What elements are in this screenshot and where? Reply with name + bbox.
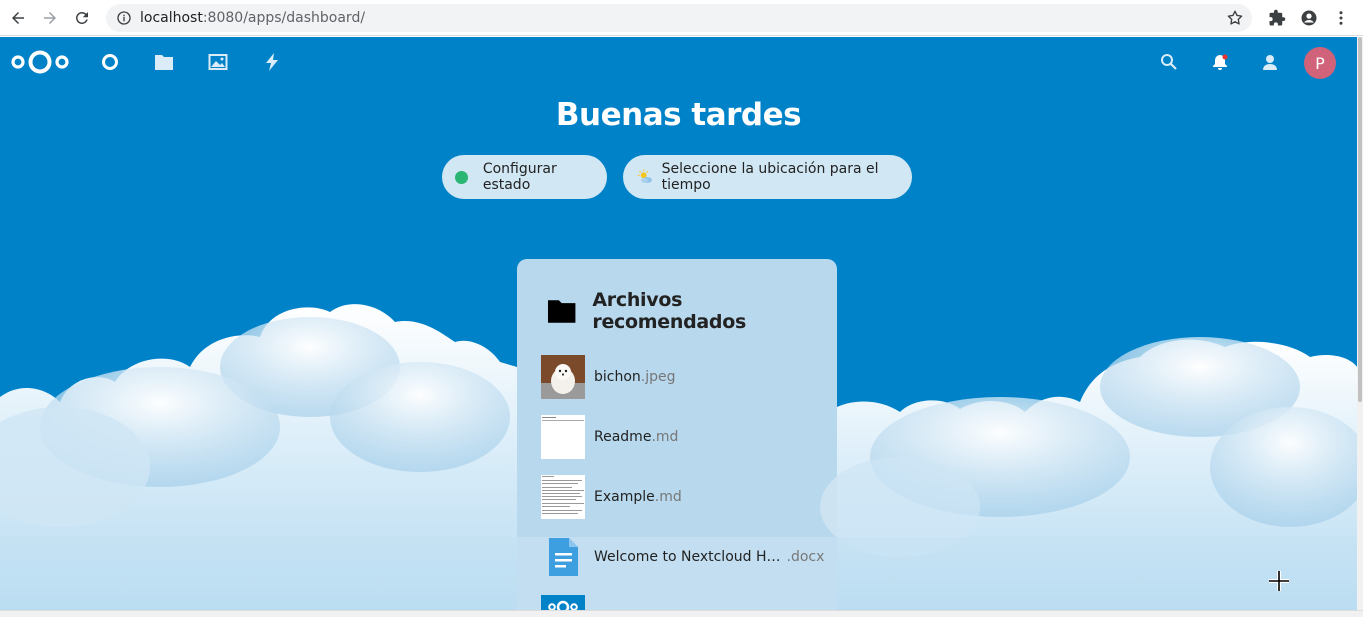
file-name: Readme.md — [594, 429, 679, 445]
reload-icon[interactable] — [66, 2, 98, 34]
folder-icon — [547, 300, 576, 323]
recommended-files-widget: Archivos recomendados bichon.jpeg Readme… — [517, 259, 837, 610]
dashboard-icon[interactable] — [98, 50, 122, 74]
contacts-icon[interactable] — [1258, 50, 1282, 74]
search-icon[interactable] — [1157, 50, 1181, 74]
profile-icon[interactable] — [1293, 4, 1325, 32]
info-icon[interactable] — [116, 10, 132, 26]
file-name: bichon.jpeg — [594, 369, 676, 385]
menu-icon[interactable] — [1325, 4, 1357, 32]
set-status-button[interactable]: Configurar estado — [442, 155, 607, 199]
weather-icon — [637, 169, 652, 183]
horizontal-scroll-strip — [0, 610, 1363, 617]
url-text[interactable]: localhost:8080/apps/dashboard/ — [140, 10, 365, 26]
file-item[interactable]: Welcome to Nextcloud H… .docx — [541, 535, 825, 579]
file-item[interactable]: Readme.md — [541, 415, 821, 459]
crosshair-cursor-icon — [1269, 571, 1289, 591]
nextcloud-logo-icon[interactable] — [10, 49, 70, 75]
photos-icon[interactable] — [206, 50, 230, 74]
back-icon[interactable] — [2, 2, 34, 34]
address-bar[interactable]: localhost:8080/apps/dashboard/ — [106, 4, 1252, 32]
browser-toolbar: localhost:8080/apps/dashboard/ — [0, 0, 1363, 36]
files-icon[interactable] — [152, 50, 176, 74]
nextcloud-file-thumbnail — [541, 595, 585, 610]
file-item[interactable]: Example.md — [541, 475, 821, 519]
file-name: Example.md — [594, 489, 682, 505]
star-icon[interactable] — [1226, 9, 1244, 27]
image-thumbnail — [541, 355, 585, 399]
set-status-label: Configurar estado — [482, 161, 557, 193]
greeting-heading: Buenas tardes — [555, 97, 802, 133]
forward-icon[interactable] — [34, 2, 66, 34]
file-item[interactable] — [541, 595, 821, 610]
activity-icon[interactable] — [260, 50, 284, 74]
nextcloud-header: P — [0, 37, 1357, 87]
page-scrollbar[interactable] — [1357, 37, 1363, 610]
file-name: Welcome to Nextcloud H… .docx — [594, 549, 825, 565]
widget-title: Archivos recomendados — [592, 289, 746, 333]
status-online-icon — [455, 170, 468, 184]
weather-location-button[interactable]: Seleccione la ubicación para el tiempo — [623, 155, 912, 199]
weather-label: Seleccione la ubicación para el tiempo — [661, 161, 879, 193]
scrollbar-thumb[interactable] — [1358, 37, 1362, 402]
text-thumbnail — [541, 415, 585, 459]
user-avatar[interactable]: P — [1304, 47, 1336, 79]
dashboard-page: P Buenas tardes Configurar estado Selecc… — [0, 37, 1357, 610]
notifications-icon[interactable] — [1208, 50, 1232, 74]
document-icon — [549, 538, 578, 576]
file-item[interactable]: bichon.jpeg — [541, 355, 821, 399]
extensions-icon[interactable] — [1261, 4, 1293, 32]
text-thumbnail — [541, 475, 585, 519]
